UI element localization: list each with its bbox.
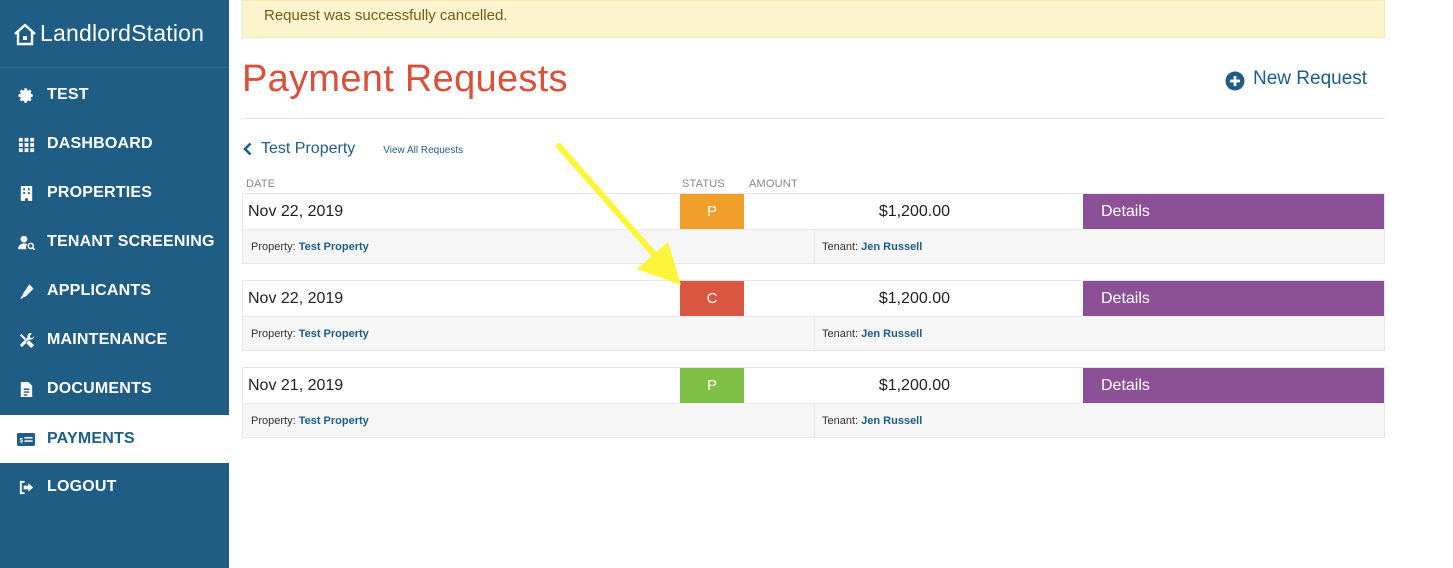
sidebar-item-payments[interactable]: $ PAYMENTS: [0, 415, 229, 463]
chevron-left-icon: [243, 142, 252, 156]
tenant-label: Tenant:: [822, 328, 859, 340]
property-link[interactable]: Test Property: [299, 328, 369, 340]
sidebar-item-tenant-screening[interactable]: TENANT SCREENING: [0, 218, 229, 266]
sidebar-item-maintenance[interactable]: MAINTENANCE: [0, 316, 229, 364]
request-row: Nov 21, 2019 P $1,200.00 Details Propert…: [242, 367, 1385, 438]
tenant-label: Tenant:: [822, 415, 859, 427]
details-button[interactable]: Details: [1083, 194, 1384, 229]
sidebar-item-logout[interactable]: LOGOUT: [0, 463, 229, 511]
sidebar-item-test[interactable]: TEST: [0, 71, 229, 119]
grid-icon: [17, 135, 35, 153]
request-date: Nov 21, 2019: [248, 377, 344, 394]
sidebar-item-label: TENANT SCREENING: [47, 233, 215, 250]
tenant-link[interactable]: Jen Russell: [861, 415, 922, 427]
property-info: Property: Test Property: [251, 415, 369, 427]
gear-icon: [17, 86, 35, 104]
tenant-label: Tenant:: [822, 241, 859, 253]
back-link[interactable]: Test Property: [242, 140, 355, 158]
sidebar-item-label: PROPERTIES: [47, 184, 153, 201]
house-logo-icon: [14, 23, 36, 45]
document-icon: [17, 380, 35, 398]
status-badge: P: [680, 194, 744, 229]
view-all-requests-link[interactable]: View All Requests: [383, 142, 463, 156]
brand-name: LandlordStation: [40, 20, 205, 46]
sidebar: LandlordStation TEST DASHBOARD PROPERTIE…: [0, 0, 229, 568]
column-header-date: DATE: [246, 178, 276, 190]
property-info: Property: Test Property: [251, 241, 369, 253]
property-label: Property:: [251, 241, 296, 253]
sidebar-item-applicants[interactable]: APPLICANTS: [0, 267, 229, 315]
status-badge: C: [680, 281, 744, 316]
svg-text:$: $: [19, 437, 23, 444]
tenant-info: Tenant: Jen Russell: [815, 328, 922, 340]
divider: [242, 118, 1385, 119]
breadcrumb: Test Property View All Requests: [242, 140, 463, 158]
request-date: Nov 22, 2019: [248, 203, 344, 220]
page-title: Payment Requests: [242, 58, 568, 100]
column-header-amount: AMOUNT: [749, 178, 798, 190]
new-request-button[interactable]: New Request: [1225, 67, 1367, 91]
property-info: Property: Test Property: [251, 328, 369, 340]
property-label: Property:: [251, 328, 296, 340]
sidebar-item-label: PAYMENTS: [47, 430, 135, 447]
tenant-link[interactable]: Jen Russell: [861, 241, 922, 253]
request-date: Nov 22, 2019: [248, 290, 344, 307]
sidebar-item-label: LOGOUT: [47, 478, 117, 495]
details-button[interactable]: Details: [1083, 368, 1384, 403]
details-button[interactable]: Details: [1083, 281, 1384, 316]
sidebar-item-label: DASHBOARD: [47, 135, 153, 152]
pen-icon: [17, 282, 35, 300]
user-search-icon: [17, 233, 35, 251]
request-amount: $1,200.00: [878, 377, 950, 394]
payment-icon: $: [17, 430, 35, 448]
sidebar-item-documents[interactable]: DOCUMENTS: [0, 365, 229, 413]
request-amount: $1,200.00: [878, 290, 950, 307]
brand[interactable]: LandlordStation: [0, 0, 229, 68]
request-row: Nov 22, 2019 P $1,200.00 Details Propert…: [242, 193, 1385, 264]
building-icon: [17, 184, 35, 202]
property-link[interactable]: Test Property: [299, 415, 369, 427]
tools-icon: [17, 331, 35, 349]
logout-icon: [17, 478, 35, 496]
sidebar-item-label: APPLICANTS: [47, 282, 152, 299]
sidebar-item-dashboard[interactable]: DASHBOARD: [0, 120, 229, 168]
tenant-link[interactable]: Jen Russell: [861, 328, 922, 340]
success-alert: Request was successfully cancelled.: [242, 0, 1385, 38]
request-amount: $1,200.00: [878, 203, 950, 220]
back-link-label: Test Property: [261, 140, 356, 157]
sidebar-item-properties[interactable]: PROPERTIES: [0, 169, 229, 217]
column-header-status: STATUS: [682, 178, 725, 190]
plus-circle-icon: [1225, 71, 1245, 91]
new-request-label: New Request: [1253, 68, 1368, 89]
tenant-info: Tenant: Jen Russell: [815, 241, 922, 253]
tenant-info: Tenant: Jen Russell: [815, 415, 922, 427]
request-row: Nov 22, 2019 C $1,200.00 Details Propert…: [242, 280, 1385, 351]
sidebar-item-label: MAINTENANCE: [47, 331, 168, 348]
sidebar-item-label: DOCUMENTS: [47, 380, 152, 397]
status-badge: P: [680, 368, 744, 403]
sidebar-item-label: TEST: [47, 86, 89, 103]
property-label: Property:: [251, 415, 296, 427]
property-link[interactable]: Test Property: [299, 241, 369, 253]
